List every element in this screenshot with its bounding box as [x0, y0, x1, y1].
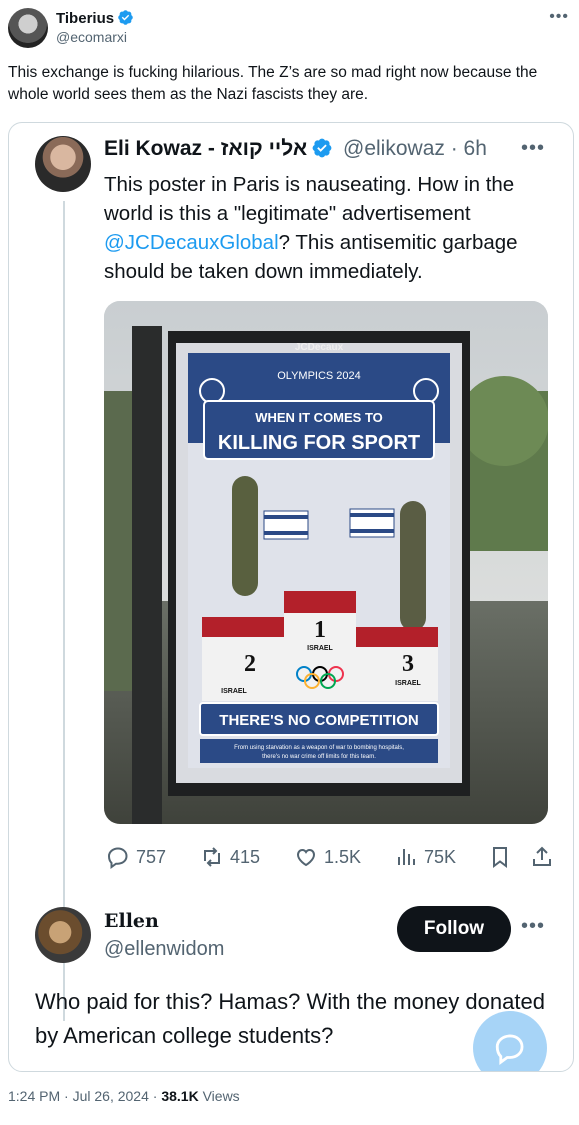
views-chart-icon [398, 849, 415, 865]
poster-banner: THERE'S NO COMPETITION [219, 712, 418, 729]
poster-subtext-2: there's no war crime off limits for this… [262, 754, 376, 760]
podium-third: 3 [402, 651, 414, 677]
quoted-author-handle[interactable]: @elikowaz [343, 137, 445, 160]
follow-button[interactable]: Follow [397, 906, 511, 952]
reply-author-name[interactable]: Ellen [104, 910, 159, 932]
quoted-thread-card[interactable]: Eli Kowaz - אליי קואז @elikowaz · 6h •••… [8, 122, 574, 1072]
podium-second-country: ISRAEL [221, 688, 247, 695]
tweet-meta: 1:24 PM · Jul 26, 2024 · 38.1K Views [8, 1088, 240, 1104]
share-icon [533, 846, 551, 866]
podium-third-country: ISRAEL [395, 680, 421, 687]
poster-subtext-1: From using starvation as a weapon of war… [234, 745, 404, 751]
quoted-text-part: This poster in Paris is nauseating. How … [104, 173, 515, 225]
repost-icon [204, 847, 220, 867]
views-action[interactable]: 75K [394, 845, 456, 869]
more-options-icon[interactable]: ••• [521, 915, 545, 938]
separator-dot: · [444, 137, 464, 160]
author-handle[interactable]: @ecomarxi [56, 29, 127, 45]
poster-headline-1: WHEN IT COMES TO [255, 410, 383, 425]
author-name[interactable]: Tiberius [56, 9, 134, 27]
author-name-text[interactable]: Tiberius [56, 10, 114, 27]
more-options-icon[interactable]: ••• [521, 137, 545, 160]
poster-photo[interactable]: JCDecaux OLYMPICS 2024 WHEN IT COMES TO … [104, 301, 548, 824]
poster-headline-2: KILLING FOR SPORT [218, 432, 420, 454]
tweet-views-count: 38.1K [161, 1088, 199, 1104]
reply-action[interactable]: 757 [106, 845, 166, 869]
bookmark-icon [493, 847, 507, 868]
bookmark-action[interactable] [488, 845, 512, 869]
quoted-tweet-text: This poster in Paris is nauseating. How … [104, 170, 554, 286]
poster-brand: JCDecaux [295, 342, 344, 353]
reply-author-avatar[interactable] [35, 907, 91, 963]
share-action[interactable] [530, 845, 554, 869]
repost-count: 415 [230, 846, 261, 867]
thread-connector-line [63, 201, 65, 1021]
mention-link[interactable]: @JCDecauxGlobal [104, 231, 279, 254]
reply-author-handle[interactable]: @ellenwidom [104, 938, 224, 961]
quoted-author-avatar[interactable] [35, 136, 91, 192]
tweet-actions-bar: 757 415 1.5K 75K [104, 845, 554, 873]
quoted-author-line: Eli Kowaz - אליי קואז @elikowaz · 6h [104, 137, 487, 161]
views-count: 75K [424, 846, 457, 867]
quoted-timestamp[interactable]: 6h [464, 137, 487, 160]
like-action[interactable]: 1.5K [294, 845, 361, 869]
author-avatar[interactable] [8, 8, 48, 48]
podium-first-country: ISRAEL [307, 645, 333, 652]
heart-icon [296, 848, 316, 867]
verified-badge-icon [312, 138, 332, 158]
quoted-author-name[interactable]: Eli Kowaz - אליי קואז [104, 137, 307, 160]
poster-event: OLYMPICS 2024 [277, 370, 361, 382]
tweet-date[interactable]: Jul 26, 2024 [73, 1088, 149, 1104]
tweet-header: Tiberius @ecomarxi ••• [8, 6, 573, 50]
repost-action[interactable]: 415 [200, 845, 260, 869]
podium-second: 2 [244, 651, 256, 677]
tweet-text: This exchange is fucking hilarious. The … [8, 64, 538, 103]
tweet-time[interactable]: 1:24 PM [8, 1088, 60, 1104]
poster-illustration: JCDecaux OLYMPICS 2024 WHEN IT COMES TO … [104, 301, 548, 824]
tweet-views-label: Views [202, 1088, 240, 1104]
reply-count: 757 [136, 846, 167, 867]
podium-first: 1 [314, 617, 326, 643]
verified-badge-icon [118, 10, 133, 25]
reply-icon [107, 847, 128, 869]
more-options-icon[interactable]: ••• [549, 8, 569, 26]
chat-bubble-icon [495, 1034, 524, 1065]
like-count: 1.5K [324, 846, 362, 867]
